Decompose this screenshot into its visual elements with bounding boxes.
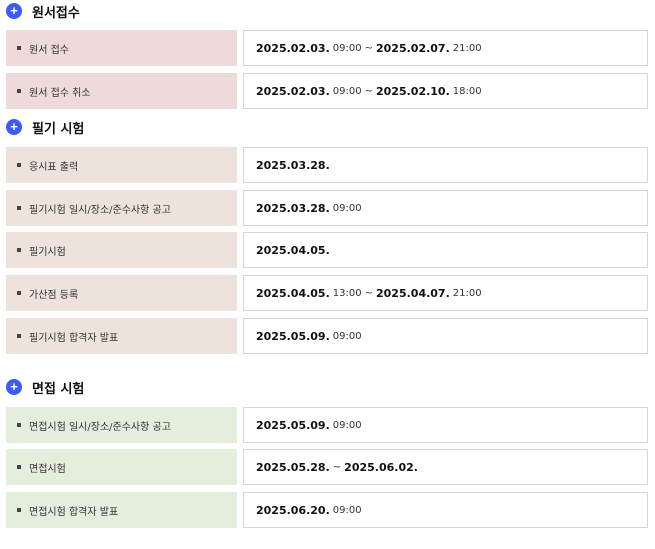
row-label: 원서 접수 취소 (6, 73, 237, 109)
bullet-icon (17, 423, 21, 427)
section-header-interview: + 면접 시험 (6, 377, 84, 397)
section-title: 원서접수 (32, 5, 80, 21)
bullet-icon (17, 508, 21, 512)
row-value: 2025.05.09. 09:00 (243, 318, 648, 354)
row-value: 2025.05.28. ~ 2025.06.02. (243, 449, 648, 485)
section-title: 면접 시험 (32, 381, 85, 397)
bullet-icon (17, 291, 21, 295)
schedule-row: 면접시험 일시/장소/준수사항 공고 2025.05.09. 09:00 (6, 407, 648, 443)
row-label: 응시표 출력 (6, 147, 237, 183)
plus-circle-icon[interactable]: + (6, 119, 22, 135)
bullet-icon (17, 163, 21, 167)
row-label: 필기시험 합격자 발표 (6, 318, 237, 354)
row-value: 2025.04.05. (243, 232, 648, 268)
schedule-row: 면접시험 2025.05.28. ~ 2025.06.02. (6, 449, 648, 485)
bullet-icon (17, 334, 21, 338)
row-label: 필기시험 일시/장소/준수사항 공고 (6, 190, 237, 226)
plus-circle-icon[interactable]: + (6, 3, 22, 19)
row-value: 2025.04.05. 13:00 ~ 2025.04.07. 21:00 (243, 275, 648, 311)
row-value: 2025.03.28. 09:00 (243, 190, 648, 226)
schedule-row: 원서 접수 취소 2025.02.03. 09:00 ~ 2025.02.10.… (6, 73, 648, 109)
schedule-row: 필기시험 합격자 발표 2025.05.09. 09:00 (6, 318, 648, 354)
row-label: 면접시험 (6, 449, 237, 485)
row-value: 2025.05.09. 09:00 (243, 407, 648, 443)
section-header-application: + 원서접수 (6, 1, 80, 21)
row-label: 원서 접수 (6, 30, 237, 66)
row-value: 2025.06.20. 09:00 (243, 492, 648, 528)
bullet-icon (17, 206, 21, 210)
schedule-row: 가산점 등록 2025.04.05. 13:00 ~ 2025.04.07. 2… (6, 275, 648, 311)
bullet-icon (17, 89, 21, 93)
bullet-icon (17, 465, 21, 469)
schedule-row: 면접시험 합격자 발표 2025.06.20. 09:00 (6, 492, 648, 528)
schedule-row: 원서 접수 2025.02.03. 09:00 ~ 2025.02.07. 21… (6, 30, 648, 66)
row-label: 필기시험 (6, 232, 237, 268)
row-value: 2025.02.03. 09:00 ~ 2025.02.07. 21:00 (243, 30, 648, 66)
bullet-icon (17, 248, 21, 252)
plus-circle-icon[interactable]: + (6, 379, 22, 395)
row-value: 2025.02.03. 09:00 ~ 2025.02.10. 18:00 (243, 73, 648, 109)
schedule-row: 필기시험 2025.04.05. (6, 232, 648, 268)
row-label: 가산점 등록 (6, 275, 237, 311)
schedule-row: 필기시험 일시/장소/준수사항 공고 2025.03.28. 09:00 (6, 190, 648, 226)
section-header-written-exam: + 필기 시험 (6, 117, 84, 137)
row-label: 면접시험 일시/장소/준수사항 공고 (6, 407, 237, 443)
row-value: 2025.03.28. (243, 147, 648, 183)
row-label: 면접시험 합격자 발표 (6, 492, 237, 528)
bullet-icon (17, 46, 21, 50)
schedule-row: 응시표 출력 2025.03.28. (6, 147, 648, 183)
section-title: 필기 시험 (32, 121, 85, 137)
